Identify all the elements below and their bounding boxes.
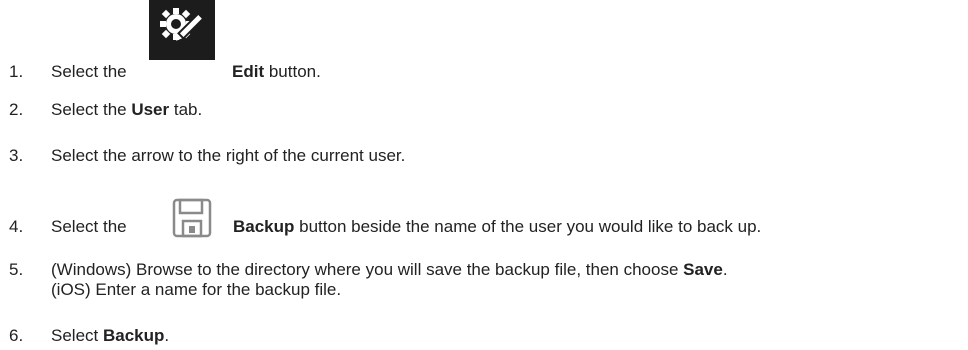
step-2: 2. Select the User tab.: [0, 100, 968, 124]
step-text: Select Backup.: [51, 326, 169, 346]
step-number: 3.: [9, 146, 24, 165]
step-text-prefix: Select: [51, 326, 103, 345]
backup-label: Backup: [233, 217, 295, 236]
edit-label: Edit: [232, 62, 265, 81]
step-text-prefix: Select the: [51, 62, 127, 81]
step-text-prefix: Select the: [51, 217, 127, 236]
step-text-after: tab.: [169, 100, 203, 119]
step-number: 1.: [9, 62, 24, 81]
backup-label: Backup: [102, 326, 165, 345]
step-number: 6.: [9, 326, 24, 345]
step-number: 2.: [9, 100, 24, 119]
step-text: (Windows) Browse to the directory where …: [51, 260, 728, 300]
step-text-prefix: Select the: [51, 100, 132, 119]
step-text: Select the User tab.: [51, 100, 202, 120]
step-text-line-1: (Windows) Browse to the directory where …: [51, 260, 728, 280]
step-text-line-2: (iOS) Enter a name for the backup file.: [51, 280, 342, 299]
step-number: 4.: [9, 217, 24, 236]
step-text-suffix: Edit button.: [232, 62, 321, 82]
step-1: 1. Select the Edit button.: [0, 0, 968, 98]
step-3: 3. Select the arrow to the right of the …: [0, 146, 968, 170]
user-label: User: [131, 100, 170, 119]
step-5: 5. (Windows) Browse to the directory whe…: [0, 260, 968, 308]
step-6: 6. Select Backup.: [0, 326, 968, 350]
step-text-prefix: (Windows) Browse to the directory where …: [51, 260, 684, 279]
step-text-after: button.: [264, 62, 321, 81]
step-text: Select the: [51, 62, 127, 82]
step-text-after: button beside the name of the user you w…: [294, 217, 762, 236]
step-text-after: .: [164, 326, 170, 345]
step-number: 5.: [9, 260, 24, 279]
edit-icon: [149, 0, 215, 60]
step-text: Select the arrow to the right of the cur…: [51, 146, 406, 165]
step-text-suffix: Backup button beside the name of the use…: [233, 217, 761, 237]
step-text-after: .: [722, 260, 728, 279]
save-icon: [170, 196, 214, 240]
save-label: Save: [683, 260, 723, 279]
step-4: 4. Select the Backup button beside the n…: [0, 196, 968, 246]
step-text: Select the: [51, 217, 127, 237]
